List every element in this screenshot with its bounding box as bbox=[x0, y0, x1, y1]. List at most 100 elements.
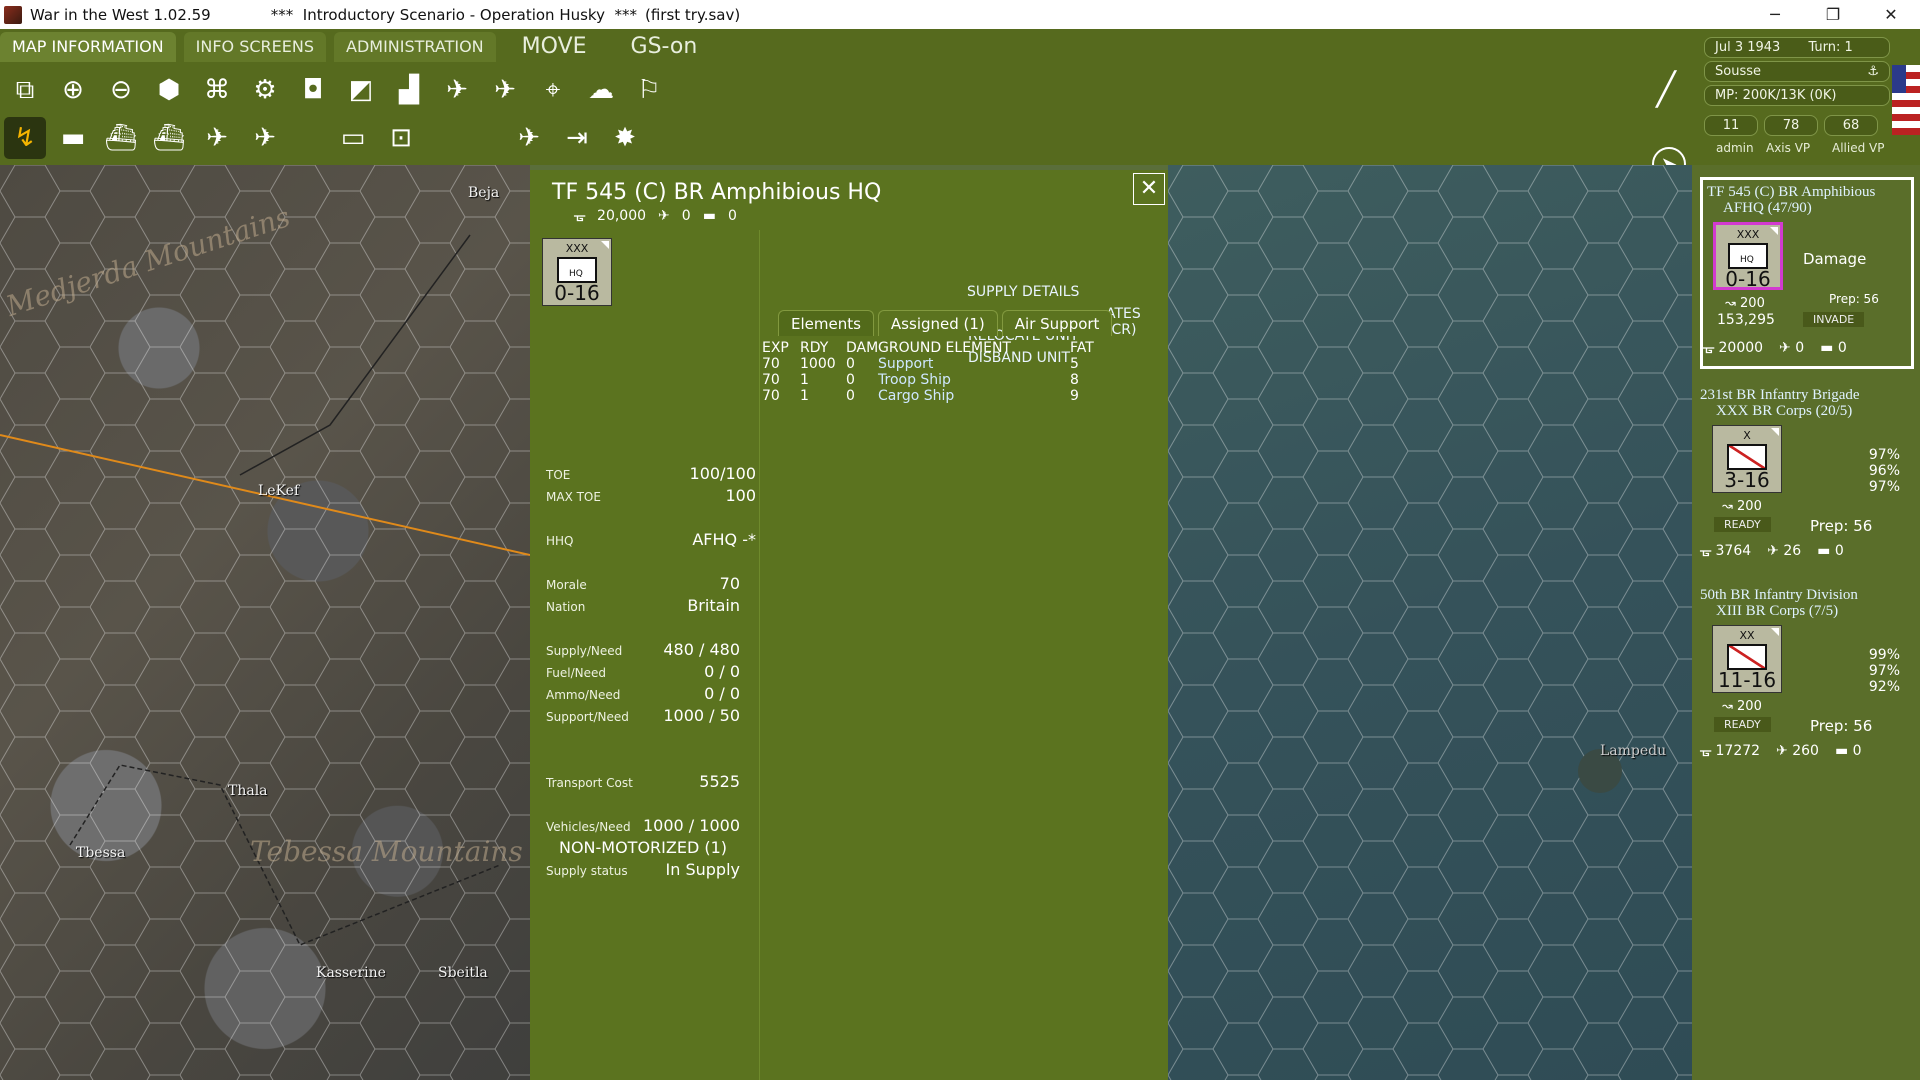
tab-info-screens[interactable]: INFO SCREENS bbox=[183, 32, 327, 62]
unit-counter[interactable]: XX 11-16 bbox=[1712, 625, 1782, 693]
unit-totals: ᚗ 17272 ✈ 260 ▬ 0 bbox=[1700, 743, 1862, 759]
top-toolbar: MAP INFORMATION INFO SCREENS ADMINISTRAT… bbox=[0, 29, 1700, 181]
col-exp: EXP bbox=[762, 340, 789, 356]
supply-details-link[interactable]: SUPPLY DETAILS bbox=[967, 284, 1079, 300]
settings-gear-icon[interactable]: ⚙ bbox=[244, 69, 286, 111]
ai-air-icon[interactable]: ✈ bbox=[508, 117, 550, 159]
zoom-in-icon[interactable]: ⊕ bbox=[52, 69, 94, 111]
unit-name: 50th BR Infantry Division bbox=[1700, 587, 1858, 603]
hex-grid-left bbox=[0, 165, 530, 1080]
date-turn-pill: Jul 3 1943 Turn: 1 bbox=[1704, 37, 1890, 58]
panel-title: TF 545 (C) BR Amphibious HQ bbox=[552, 180, 882, 205]
mp-text: MP: 200K/13K (0K) bbox=[1715, 88, 1837, 103]
unit-extra: 153,295 bbox=[1717, 312, 1775, 328]
map-area-right[interactable]: Lampedu bbox=[1168, 165, 1692, 1080]
plane-count: 0 bbox=[681, 208, 691, 224]
gs-toggle[interactable]: GS-on bbox=[613, 32, 716, 62]
maximize-button[interactable]: ❐ bbox=[1804, 0, 1862, 29]
app-icon bbox=[4, 5, 22, 24]
unit-counter[interactable]: XXX HQ 0-16 bbox=[1713, 222, 1783, 290]
ates-cr-link[interactable]: ATES (CR) bbox=[1106, 306, 1168, 338]
unit-detail-panel: TF 545 (C) BR Amphibious HQ ✕ ᚗ 20,000 ✈ 0… bbox=[530, 170, 1168, 1080]
prep-value: Prep: 56 bbox=[1829, 292, 1879, 306]
map-label-sbeitla: Sbeitla bbox=[438, 965, 488, 981]
scenario-title: *** Introductory Scenario - Operation Hu… bbox=[270, 5, 637, 24]
air-signal-2-icon[interactable]: ✈ bbox=[484, 69, 526, 111]
tank-icon[interactable]: ▬ bbox=[52, 117, 94, 159]
unit-totals: ᚗ 3764 ✈ 26 ▬ 0 bbox=[1700, 543, 1844, 559]
table-row[interactable]: 70 1000 0 Support 5 bbox=[762, 356, 1167, 372]
air-signal-icon[interactable]: ✈ bbox=[436, 69, 478, 111]
terrain-icon[interactable]: ▟ bbox=[388, 69, 430, 111]
col-rdy: RDY bbox=[800, 340, 829, 356]
tab-map-information[interactable]: MAP INFORMATION bbox=[0, 32, 176, 62]
flag-icon[interactable]: ⚐ bbox=[628, 69, 670, 111]
hq-symbol-icon: HQ bbox=[1728, 243, 1768, 269]
table-row[interactable]: 70 1 0 Cargo Ship 9 bbox=[762, 388, 1167, 404]
tab-assigned[interactable]: Assigned (1) bbox=[877, 310, 998, 336]
toe-row: TOE 100/100 bbox=[546, 464, 756, 483]
ship-2-icon[interactable]: ⛴ bbox=[148, 117, 190, 159]
allied-vp: 68 bbox=[1824, 115, 1878, 136]
nation-row: Nation Britain bbox=[546, 596, 740, 615]
admin-label: admin bbox=[1716, 141, 1754, 155]
map-label-lampedusa: Lampedu bbox=[1600, 743, 1667, 759]
plane-icon: ✈ bbox=[658, 208, 670, 224]
unit-card[interactable]: 50th BR Infantry Division XIII BR Corps … bbox=[1700, 587, 1914, 777]
map-label-tebessa-mountains: Tebessa Mountains bbox=[250, 835, 523, 868]
unit-card-selected[interactable]: TF 545 (C) BR Amphibious AFHQ (47/90) XX… bbox=[1700, 177, 1914, 369]
mp-value: ↝ 200 bbox=[1722, 499, 1762, 514]
prep-value: Prep: 56 bbox=[1810, 717, 1873, 735]
unit-parent: XXX BR Corps (20/5) bbox=[1716, 403, 1853, 419]
ground-move-icon[interactable]: ↯ bbox=[4, 117, 46, 159]
ship-icon[interactable]: ⛴ bbox=[100, 117, 142, 159]
prep-value: Prep: 56 bbox=[1810, 517, 1873, 535]
unit-counter-hq[interactable]: XXX HQ 0-16 bbox=[542, 238, 612, 306]
motorization-row: NON-MOTORIZED (1) bbox=[558, 838, 728, 857]
col-ground-element: GROUND ELEMENT bbox=[878, 340, 1011, 356]
allied-vp-label: Allied VP bbox=[1832, 141, 1885, 155]
infantry-symbol-icon bbox=[1727, 644, 1767, 670]
transfer-icon[interactable]: ⇥ bbox=[556, 117, 598, 159]
ready-badge: READY bbox=[1714, 517, 1771, 532]
supply-need-row: Supply/Need 480 / 480 bbox=[546, 640, 740, 659]
tab-administration[interactable]: ADMINISTRATION bbox=[334, 32, 496, 62]
layers-icon[interactable]: ◩ bbox=[340, 69, 382, 111]
weather-icon[interactable]: ☁ bbox=[580, 69, 622, 111]
unit-card[interactable]: 231st BR Infantry Brigade XXX BR Corps (… bbox=[1700, 387, 1914, 577]
close-window-button[interactable]: ✕ bbox=[1862, 0, 1920, 29]
table-row[interactable]: 70 1 0 Troop Ship 8 bbox=[762, 372, 1167, 388]
window-titlebar: War in the West 1.02.59 *** Introductory… bbox=[0, 0, 1920, 29]
unit-counter[interactable]: X 3-16 bbox=[1712, 425, 1782, 493]
mp-value: ↝ 200 bbox=[1725, 296, 1765, 311]
axis-vp: 78 bbox=[1764, 115, 1818, 136]
pen-icon[interactable]: ╱ bbox=[1645, 68, 1687, 110]
admin-points: 11 bbox=[1704, 115, 1758, 136]
date-text: Jul 3 1943 bbox=[1715, 40, 1781, 55]
explosion-icon[interactable]: ✸ bbox=[604, 117, 646, 159]
stack-icon[interactable]: ⧉ bbox=[4, 69, 46, 111]
hhq-row[interactable]: HHQ AFHQ -* bbox=[546, 530, 756, 549]
unit-view-icon[interactable]: ◘ bbox=[292, 69, 334, 111]
minimize-button[interactable]: ─ bbox=[1746, 0, 1804, 29]
rectangle-select-icon[interactable]: ▭ bbox=[332, 117, 374, 159]
frame-icon[interactable]: ⌘ bbox=[196, 69, 238, 111]
unit-name: TF 545 (C) BR Amphibious bbox=[1707, 184, 1876, 200]
screenshot-icon[interactable]: ⊡ bbox=[380, 117, 422, 159]
tab-air-support[interactable]: Air Support bbox=[1001, 310, 1113, 336]
crosshair-icon[interactable]: ⌖ bbox=[532, 69, 574, 111]
hex-grid-right bbox=[1168, 165, 1692, 1080]
hex-overlay-icon[interactable]: ⬢ bbox=[148, 69, 190, 111]
location-pill[interactable]: Sousse ⚓ bbox=[1704, 61, 1890, 82]
air-drop-icon[interactable]: ✈ bbox=[196, 117, 238, 159]
mp-pill: MP: 200K/13K (0K) bbox=[1704, 85, 1890, 106]
unit-name: 231st BR Infantry Brigade bbox=[1700, 387, 1860, 403]
map-area-left[interactable]: Medjerda Mountains Tebessa Mountains Bej… bbox=[0, 165, 530, 1080]
air-strike-icon[interactable]: ✈ bbox=[244, 117, 286, 159]
unit-list-sidebar: TF 545 (C) BR Amphibious AFHQ (47/90) XX… bbox=[1692, 165, 1920, 1080]
zoom-out-icon[interactable]: ⊖ bbox=[100, 69, 142, 111]
tab-elements[interactable]: Elements bbox=[778, 310, 874, 336]
close-panel-icon[interactable]: ✕ bbox=[1133, 173, 1165, 205]
infantry-symbol-icon bbox=[1727, 444, 1767, 470]
move-mode-label[interactable]: MOVE bbox=[504, 32, 605, 62]
